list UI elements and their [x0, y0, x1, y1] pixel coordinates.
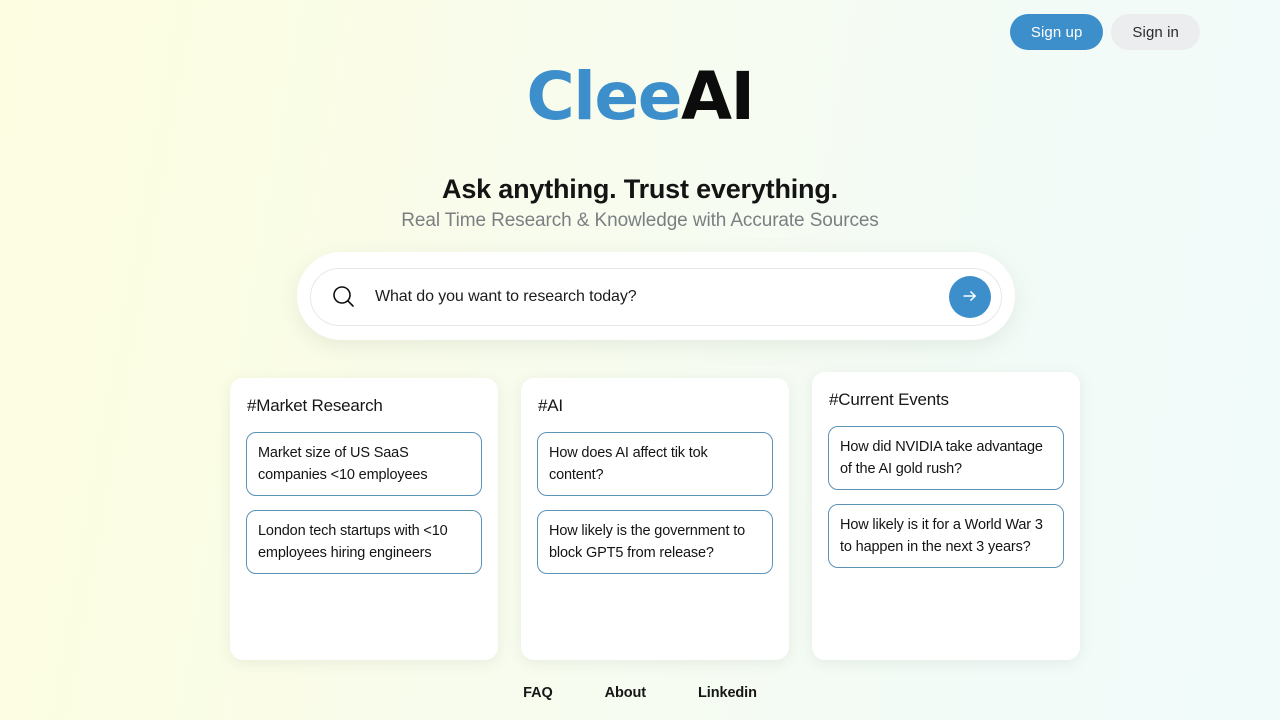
- search-icon: [331, 284, 357, 310]
- sign-up-button[interactable]: Sign up: [1009, 14, 1104, 50]
- suggestion-card-market-research: #Market Research Market size of US SaaS …: [230, 378, 498, 660]
- card-title: #Market Research: [247, 396, 383, 415]
- suggestion-chip[interactable]: Market size of US SaaS companies <10 emp…: [246, 432, 482, 496]
- logo-text-clee: Clee: [526, 58, 682, 135]
- footer-link-faq[interactable]: FAQ: [523, 685, 553, 701]
- card-title: #Current Events: [829, 390, 949, 409]
- page-subtitle: Real Time Research & Knowledge with Accu…: [401, 210, 879, 231]
- suggestion-card-ai: #AI How does AI affect tik tok content? …: [521, 378, 789, 660]
- logo-text-ai: AI: [680, 58, 755, 135]
- suggestion-chip[interactable]: How likely is it for a World War 3 to ha…: [828, 504, 1064, 568]
- suggestion-chip[interactable]: How did NVIDIA take advantage of the AI …: [828, 426, 1064, 490]
- suggestion-cards: #Market Research Market size of US SaaS …: [230, 372, 1080, 660]
- logo[interactable]: CleeAI: [0, 62, 1280, 132]
- page-title: Ask anything. Trust everything.: [442, 174, 838, 204]
- suggestion-chip[interactable]: How does AI affect tik tok content?: [537, 432, 773, 496]
- footer: FAQ About Linkedin: [0, 685, 1280, 701]
- footer-link-linkedin[interactable]: Linkedin: [698, 685, 757, 701]
- search-submit-button[interactable]: [949, 276, 991, 318]
- suggestion-chip[interactable]: London tech startups with <10 employees …: [246, 510, 482, 574]
- arrow-right-icon: [961, 287, 979, 308]
- suggestion-chip[interactable]: How likely is the government to block GP…: [537, 510, 773, 574]
- auth-bar: Sign up Sign in: [1009, 14, 1200, 50]
- search-input[interactable]: [357, 288, 949, 306]
- footer-link-about[interactable]: About: [605, 685, 646, 701]
- card-title: #AI: [538, 396, 563, 415]
- search-bar[interactable]: [310, 268, 1002, 326]
- suggestion-card-current-events: #Current Events How did NVIDIA take adva…: [812, 372, 1080, 660]
- sign-in-button[interactable]: Sign in: [1111, 14, 1200, 50]
